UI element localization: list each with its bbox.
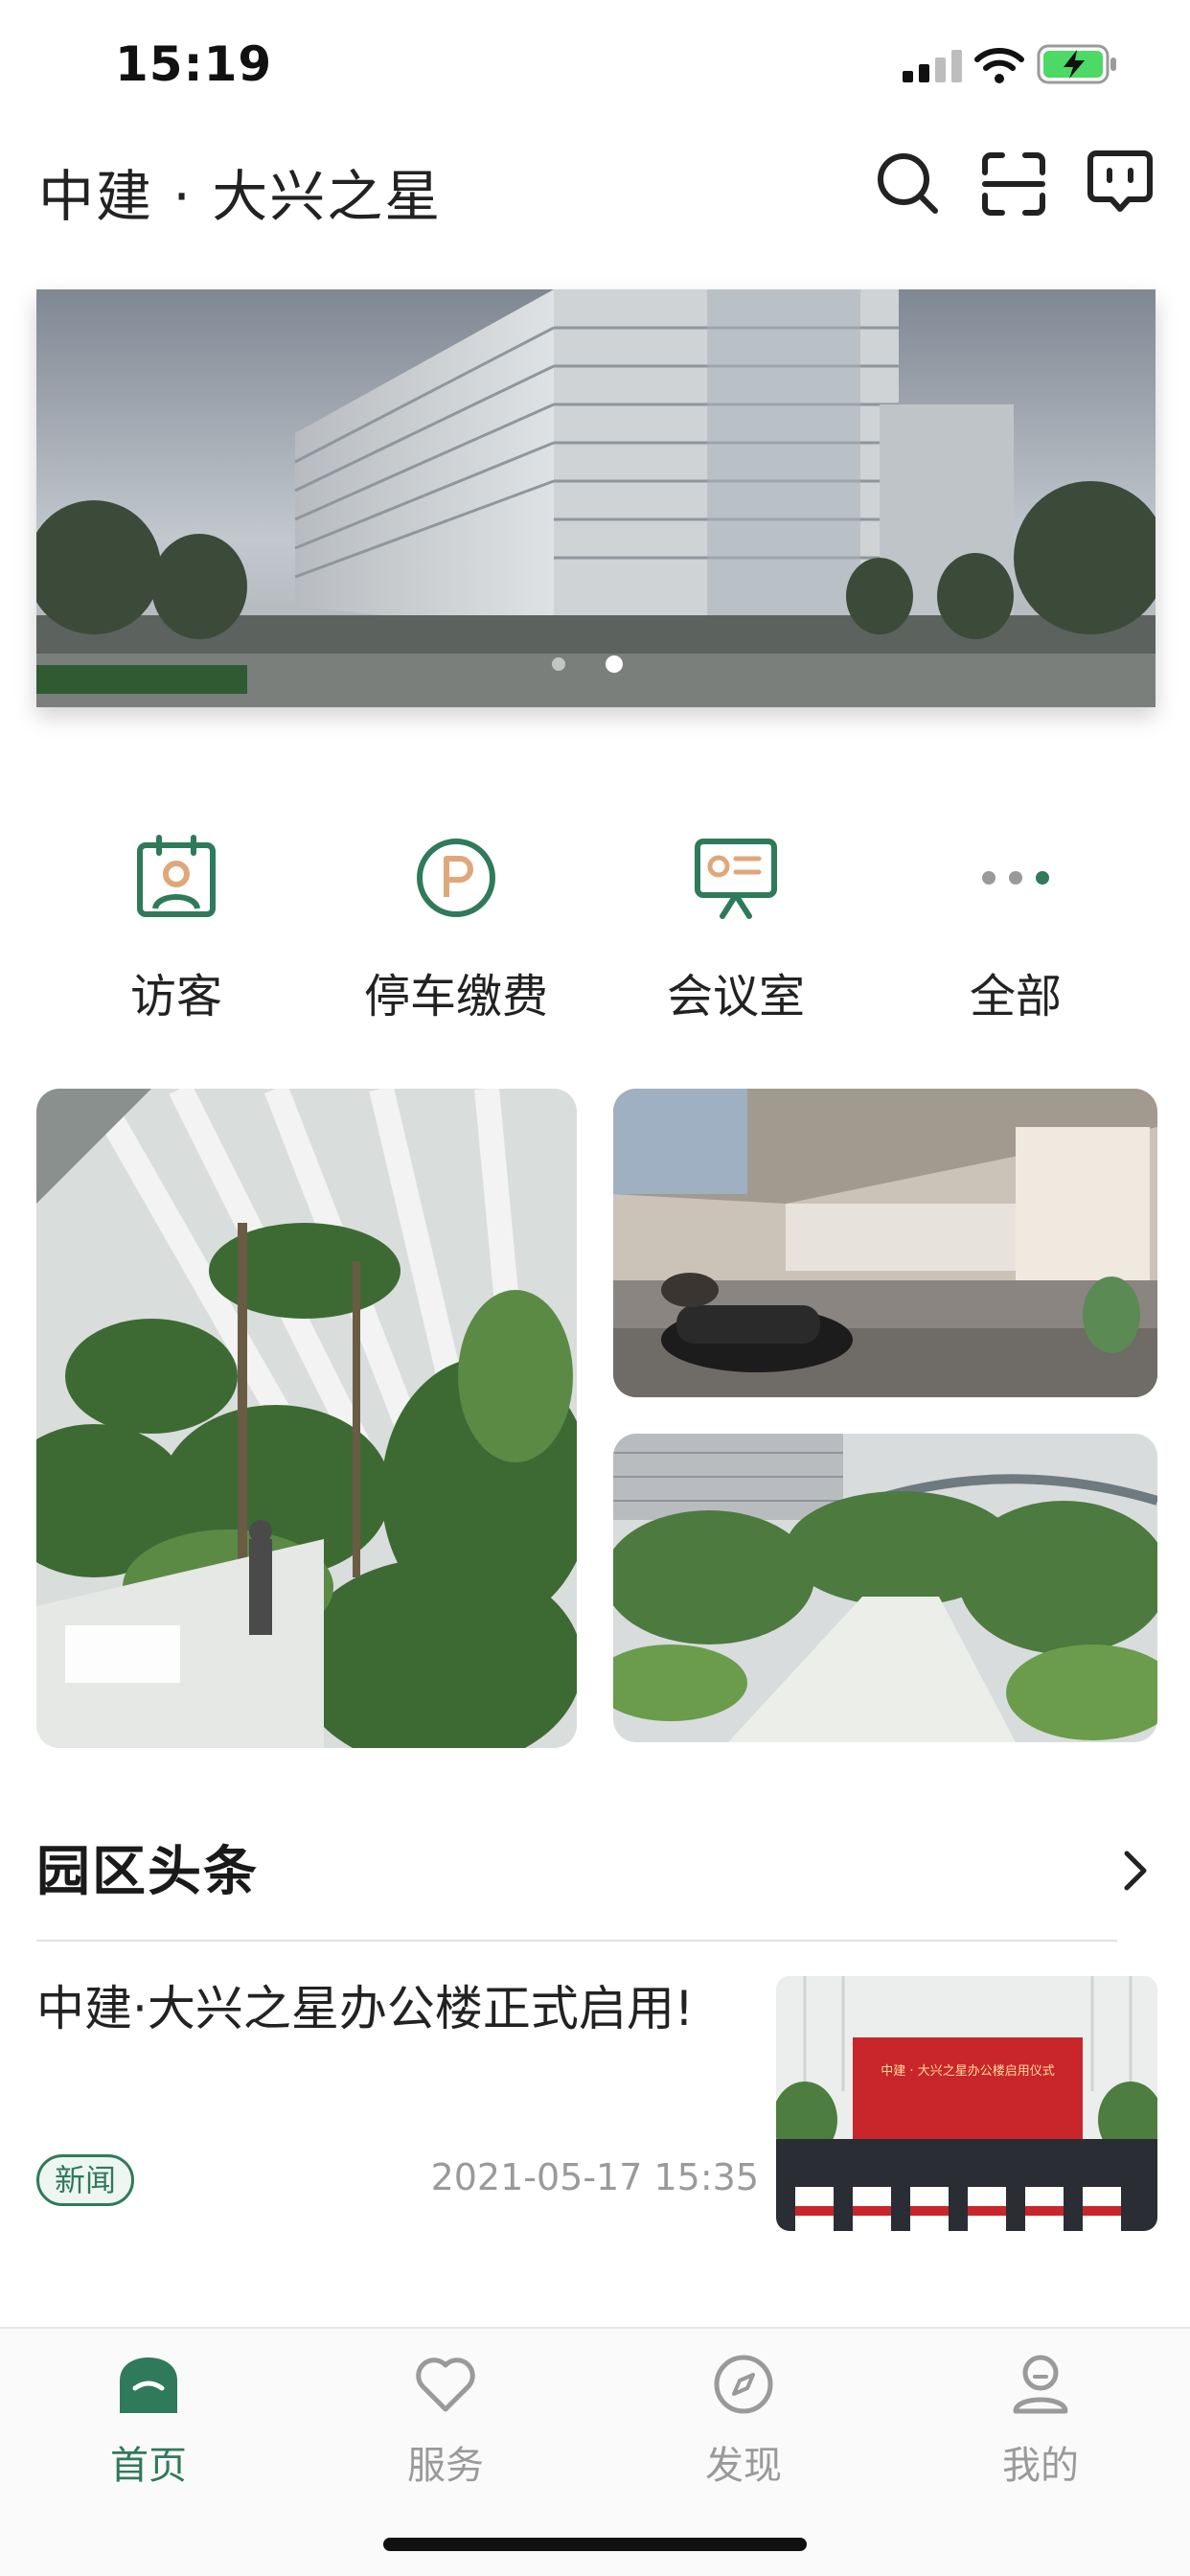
profile-icon [1013, 2355, 1068, 2414]
tab-home[interactable]: 首页 [0, 2329, 297, 2492]
news-tag-badge: 新闻 [36, 2154, 135, 2206]
tab-profile-label: 我的 [1002, 2444, 1079, 2488]
heart-icon [416, 2358, 475, 2412]
section-divider [36, 1940, 1117, 1942]
photo-courtyard[interactable] [613, 1434, 1157, 1742]
more-icon[interactable] [970, 832, 1062, 924]
home-icon [120, 2358, 177, 2413]
ceremony-image [776, 1976, 1157, 2231]
lobby-image [613, 1089, 1157, 1397]
building-photo [36, 289, 1156, 707]
compass-icon [714, 2355, 773, 2414]
courtyard-image [613, 1434, 1157, 1742]
battery-charging-icon [1037, 44, 1116, 84]
carousel-dot-2-active[interactable] [606, 656, 623, 673]
tab-discover-label: 发现 [705, 2444, 782, 2488]
cellular-signal-icon [903, 50, 962, 82]
scan-icon[interactable] [981, 151, 1046, 217]
quick-menu-parking[interactable]: 停车缴费 [322, 958, 590, 1025]
wifi-icon [974, 48, 1024, 83]
tab-home-label: 首页 [110, 2444, 187, 2488]
message-icon[interactable] [1087, 150, 1154, 217]
quick-menu-visitor[interactable]: 访客 [42, 958, 310, 1025]
chevron-right-icon[interactable] [1121, 1848, 1150, 1894]
news-section-title: 园区头条 [36, 1841, 259, 1903]
visitor-icon[interactable] [130, 832, 222, 924]
tab-discover[interactable]: 发现 [595, 2329, 892, 2492]
quick-menu-all[interactable]: 全部 [881, 958, 1150, 1025]
parking-icon[interactable] [410, 832, 502, 924]
news-thumbnail[interactable]: 中建 · 大兴之星办公楼启用仪式 [776, 1976, 1157, 2231]
quick-menu-meeting-room[interactable]: 会议室 [602, 958, 870, 1025]
tab-services-label: 服务 [407, 2444, 484, 2488]
atrium-garden-image [36, 1089, 577, 1748]
page-title: 中建 · 大兴之星 [38, 164, 443, 229]
photo-lobby[interactable] [613, 1089, 1157, 1397]
meeting-room-icon[interactable] [690, 832, 782, 924]
news-title[interactable]: 中建·大兴之星办公楼正式启用! [36, 1976, 698, 2041]
tab-services[interactable]: 服务 [297, 2329, 594, 2492]
banner-carousel[interactable] [36, 289, 1156, 707]
news-timestamp: 2021-05-17 15:35 [430, 2156, 759, 2198]
search-icon[interactable] [874, 150, 941, 217]
tab-profile[interactable]: 我的 [892, 2329, 1189, 2492]
thumbnail-banner-text: 中建 · 大兴之星办公楼启用仪式 [881, 2064, 1055, 2079]
photo-atrium-garden[interactable] [36, 1089, 577, 1748]
carousel-dot-1[interactable] [552, 657, 565, 671]
status-time: 15:19 [115, 36, 273, 92]
home-indicator[interactable] [383, 2538, 807, 2551]
